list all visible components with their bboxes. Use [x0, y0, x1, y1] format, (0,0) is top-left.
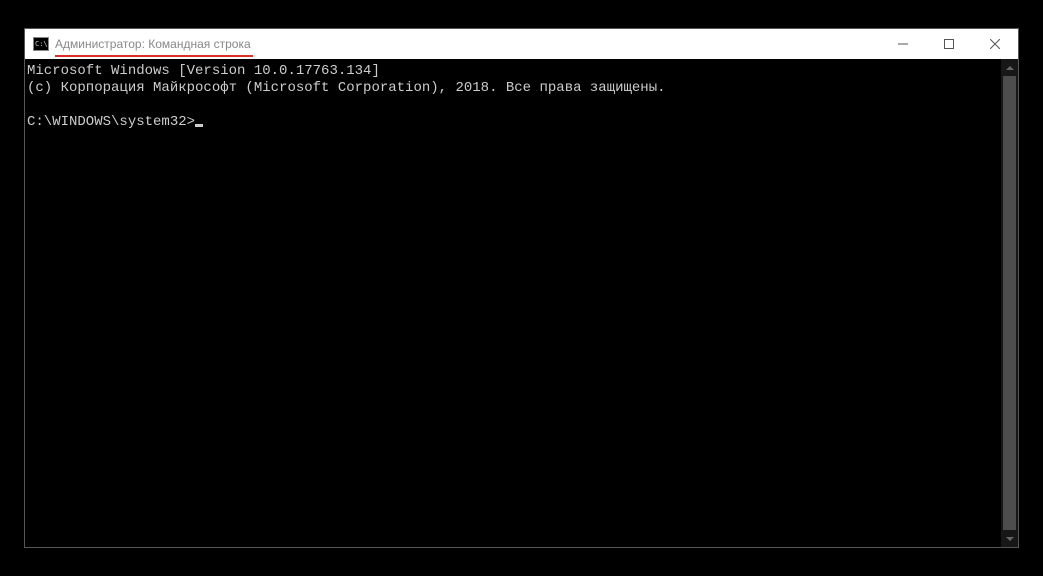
vertical-scrollbar[interactable]: [1001, 59, 1018, 547]
console-area: Microsoft Windows [Version 10.0.17763.13…: [25, 59, 1018, 547]
close-button[interactable]: [972, 29, 1018, 59]
cursor: [195, 124, 203, 127]
cmd-icon: [33, 37, 49, 51]
command-prompt-window: Администратор: Командная строка Microsof…: [24, 28, 1019, 548]
scroll-down-button[interactable]: [1001, 530, 1018, 547]
scroll-up-button[interactable]: [1001, 59, 1018, 76]
titlebar[interactable]: Администратор: Командная строка: [25, 29, 1018, 59]
console-output[interactable]: Microsoft Windows [Version 10.0.17763.13…: [25, 59, 1001, 547]
annotation-underline: [55, 55, 253, 57]
copyright-line: (c) Корпорация Майкрософт (Microsoft Cor…: [27, 80, 666, 96]
window-title: Администратор: Командная строка: [55, 37, 880, 51]
minimize-button[interactable]: [880, 29, 926, 59]
version-line: Microsoft Windows [Version 10.0.17763.13…: [27, 63, 380, 79]
prompt: C:\WINDOWS\system32>: [27, 114, 195, 130]
window-controls: [880, 29, 1018, 59]
scroll-track[interactable]: [1001, 76, 1018, 530]
maximize-button[interactable]: [926, 29, 972, 59]
scroll-thumb[interactable]: [1003, 76, 1016, 530]
